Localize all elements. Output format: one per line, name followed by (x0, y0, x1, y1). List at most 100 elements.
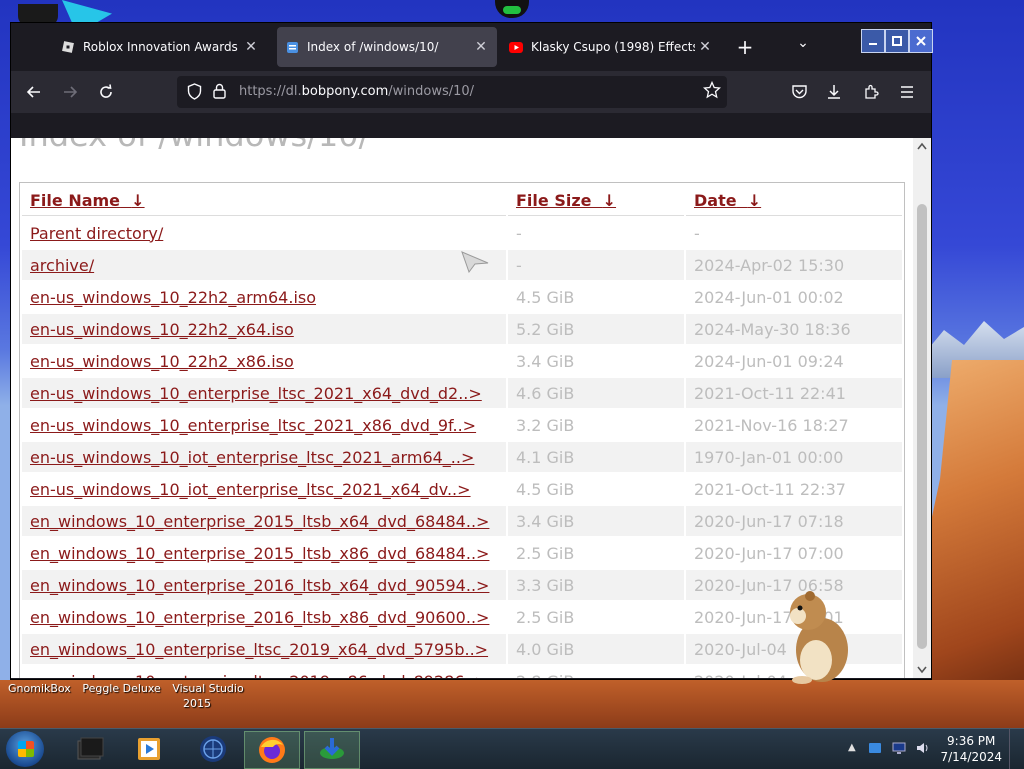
show-desktop-button[interactable] (1009, 729, 1024, 769)
file-size-cell: 4.6 GiB (508, 378, 684, 408)
file-size-cell: 2.5 GiB (516, 607, 575, 627)
bookmark-star-icon[interactable] (702, 80, 722, 104)
table-row: en_windows_10_enterprise_2015_ltsb_x86_d… (22, 538, 902, 568)
file-name-cell: Parent directory/ (22, 218, 506, 248)
table-header-row: File Name ↓ File Size ↓ Date ↓ (22, 185, 902, 216)
file-link[interactable]: en_windows_10_enterprise_ltsc_2019_x86_d… (30, 672, 488, 679)
scroll-down-icon[interactable] (917, 666, 927, 674)
tab-roblox[interactable]: Roblox Innovation Awards 2024 ✕ (53, 27, 267, 67)
file-link[interactable]: en_windows_10_enterprise_2015_ltsb_x64_d… (30, 512, 489, 531)
terminal-box-icon (77, 737, 104, 760)
monitor-icon[interactable] (892, 741, 906, 755)
tab-youtube[interactable]: Klasky Csupo (1998) Effects (Eff ✕ (501, 27, 721, 67)
minimize-button[interactable] (861, 29, 885, 53)
downloads-button[interactable] (821, 79, 847, 105)
reload-button[interactable] (93, 79, 119, 105)
file-link[interactable]: en_windows_10_enterprise_ltsc_2019_x64_d… (30, 640, 488, 659)
file-date-cell: 2024-Jun-01 09:24 (694, 351, 844, 371)
table-row: en_windows_10_enterprise_ltsc_2019_x64_d… (22, 634, 902, 664)
file-link[interactable]: en-us_windows_10_enterprise_ltsc_2021_x8… (30, 416, 476, 435)
network-icon[interactable] (868, 741, 882, 755)
file-size-cell: 4.0 GiB (508, 634, 684, 664)
vertical-scrollbar[interactable] (913, 138, 931, 678)
hamburger-menu-icon (901, 86, 913, 98)
new-tab-button[interactable]: + (733, 35, 757, 59)
desktop-icon-visual-studio[interactable]: Visual Studio (172, 682, 243, 695)
close-tab-icon[interactable]: ✕ (695, 39, 715, 55)
sort-by-name-link[interactable]: File Name ↓ (30, 191, 145, 210)
start-button[interactable] (6, 731, 44, 767)
desktop-icon-gnomikbox[interactable]: GnomikBox (8, 682, 71, 695)
file-link[interactable]: en_windows_10_enterprise_2016_ltsb_x86_d… (30, 608, 489, 627)
file-size-cell: 2.8 GiB (508, 666, 684, 679)
taskbar-app-idm[interactable] (304, 731, 360, 769)
forward-arrow-icon (64, 86, 78, 98)
close-tab-icon[interactable]: ✕ (241, 39, 261, 55)
globe-icon (200, 736, 226, 762)
file-name-cell: en-us_windows_10_enterprise_ltsc_2021_x6… (22, 378, 506, 408)
file-size-cell: 2.5 GiB (516, 543, 575, 563)
file-size-cell: 4.5 GiB (516, 287, 575, 307)
file-link[interactable]: archive/ (30, 256, 94, 275)
desktop-icon-peggle[interactable]: Peggle Deluxe (82, 682, 161, 695)
tab-label: Klasky Csupo (1998) Effects (Eff (531, 40, 695, 54)
close-tab-icon[interactable]: ✕ (471, 39, 491, 55)
taskbar-app-terminal[interactable] (62, 731, 116, 767)
file-link[interactable]: en_windows_10_enterprise_2015_ltsb_x86_d… (30, 544, 489, 563)
sort-by-date-link[interactable]: Date ↓ (694, 191, 761, 210)
clock[interactable]: 9:36 PM 7/14/2024 (940, 733, 1002, 765)
scroll-up-icon[interactable] (917, 142, 927, 150)
file-size-cell: 3.3 GiB (508, 570, 684, 600)
sort-by-size-link[interactable]: File Size ↓ (516, 191, 616, 210)
file-link[interactable]: en-us_windows_10_iot_enterprise_ltsc_202… (30, 480, 471, 499)
file-name-cell: en_windows_10_enterprise_ltsc_2019_x86_d… (22, 666, 506, 679)
shield-icon[interactable] (187, 83, 203, 101)
extensions-button[interactable] (858, 79, 884, 105)
volume-icon[interactable] (916, 741, 930, 755)
file-link[interactable]: en-us_windows_10_enterprise_ltsc_2021_x6… (30, 384, 482, 403)
tab-index[interactable]: Index of /windows/10/ ✕ (277, 27, 497, 67)
file-link[interactable]: en_windows_10_enterprise_2016_ltsb_x64_d… (30, 576, 489, 595)
taskbar-app-firefox[interactable] (244, 731, 300, 769)
address-bar[interactable]: https://dl.bobpony.com/windows/10/ (177, 76, 727, 108)
close-window-button[interactable] (909, 29, 933, 53)
download-manager-icon (320, 738, 344, 759)
file-date-cell: 2020-Jun-17 07:00 (694, 543, 844, 563)
firefox-icon (259, 737, 285, 763)
table-row: en-us_windows_10_22h2_x86.iso 3.4 GiB 2024… (22, 346, 902, 376)
file-size-cell: - (516, 223, 522, 243)
table-row: en-us_windows_10_22h2_arm64.iso 4.5 GiB 20… (22, 282, 902, 312)
scrollbar-thumb[interactable] (917, 204, 927, 649)
page-content: Index of /windows/10/ File Name ↓ File S… (11, 138, 913, 678)
file-date-cell: 2020-Jun-17 07:18 (686, 506, 902, 536)
file-date-cell: 1970-Jan-01 00:00 (686, 442, 902, 472)
taskbar-app-globe[interactable] (186, 731, 240, 767)
file-name-cell: en_windows_10_enterprise_2015_ltsb_x64_d… (22, 506, 506, 536)
forward-button[interactable] (57, 79, 83, 105)
taskbar-app-media[interactable] (122, 731, 176, 767)
file-link[interactable]: en-us_windows_10_22h2_arm64.iso (30, 288, 316, 307)
desktop-icon-visual-studio-line2: 2015 (183, 697, 211, 710)
show-hidden-icons-icon[interactable]: ▲ (848, 742, 856, 753)
file-size-cell: 3.4 GiB (516, 351, 575, 371)
back-button[interactable] (21, 79, 47, 105)
column-header-size: File Size ↓ (508, 185, 684, 216)
file-link[interactable]: en-us_windows_10_22h2_x86.iso (30, 352, 294, 371)
column-header-name: File Name ↓ (22, 185, 506, 216)
file-link[interactable]: en-us_windows_10_22h2_x64.iso (30, 320, 294, 339)
menu-button[interactable] (894, 79, 920, 105)
table-row: en-us_windows_10_iot_enterprise_ltsc_202… (22, 442, 902, 472)
list-all-tabs-button[interactable]: ⌄ (791, 35, 815, 51)
roblox-icon (61, 40, 75, 54)
url-text[interactable]: https://dl.bobpony.com/windows/10/ (239, 84, 474, 99)
file-name-cell: en-us_windows_10_iot_enterprise_ltsc_202… (22, 474, 506, 504)
pocket-button[interactable] (786, 79, 812, 105)
table-row: en_windows_10_enterprise_2016_ltsb_x86_d… (22, 602, 902, 632)
lock-icon[interactable] (213, 83, 229, 101)
pocket-icon (791, 85, 807, 99)
table-row: en_windows_10_enterprise_2016_ltsb_x64_d… (22, 570, 902, 600)
file-link[interactable]: en-us_windows_10_iot_enterprise_ltsc_202… (30, 448, 474, 467)
clock-date: 7/14/2024 (940, 750, 1002, 764)
file-link[interactable]: Parent directory/ (30, 224, 163, 243)
maximize-button[interactable] (885, 29, 909, 53)
